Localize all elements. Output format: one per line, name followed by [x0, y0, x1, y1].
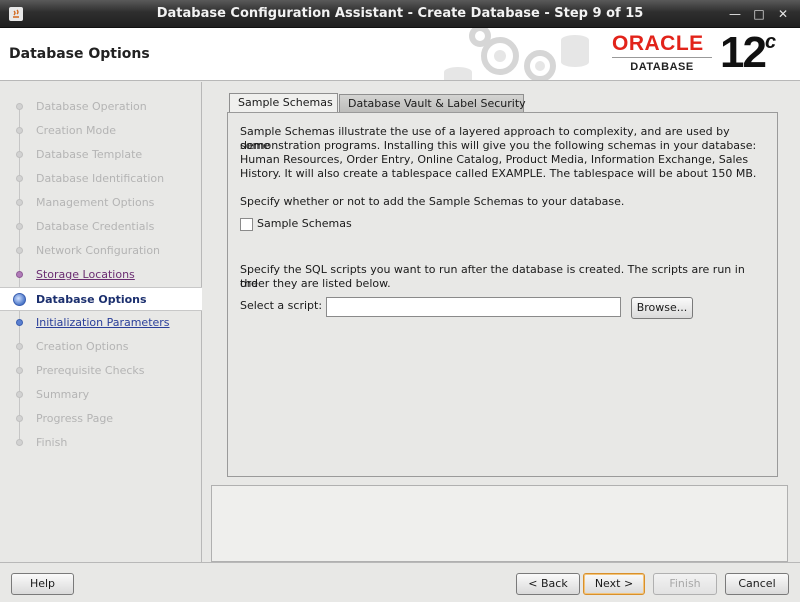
step-dot-icon — [16, 223, 23, 230]
step-dot-icon — [16, 271, 23, 278]
gears-decoration-icon — [444, 28, 589, 80]
step-current-dot-icon — [13, 293, 26, 306]
script-path-input[interactable] — [326, 297, 621, 317]
step-label: Progress Page — [36, 412, 114, 425]
step-finish: Finish — [0, 431, 202, 455]
description-line: History. It will also create a tablespac… — [240, 167, 757, 180]
steps-sidebar: Database Operation Creation Mode Databas… — [0, 82, 202, 562]
step-dot-icon — [16, 175, 23, 182]
description-line: Human Resources, Order Entry, Online Cat… — [240, 153, 749, 166]
step-dot-icon — [16, 439, 23, 446]
tab-sample-schemas[interactable]: Sample Schemas — [229, 93, 338, 113]
step-dot-icon — [16, 343, 23, 350]
cancel-button[interactable]: Cancel — [725, 573, 789, 595]
window-title: Database Configuration Assistant - Creat… — [156, 6, 644, 21]
step-progress-page: Progress Page — [0, 407, 202, 431]
wizard-footer: Help < Back Next > Finish Cancel — [0, 562, 800, 602]
step-label: Finish — [36, 436, 68, 449]
step-database-template: Database Template — [0, 143, 202, 167]
step-database-options: Database Options — [0, 287, 202, 311]
step-label: Prerequisite Checks — [36, 364, 145, 377]
logo-brand: ORACLE — [612, 32, 704, 55]
step-label: Database Identification — [36, 172, 165, 185]
step-creation-mode: Creation Mode — [0, 119, 202, 143]
step-dot-icon — [16, 127, 23, 134]
back-button[interactable]: < Back — [516, 573, 580, 595]
message-area — [211, 485, 788, 562]
step-database-operation: Database Operation — [0, 95, 202, 119]
step-label: Database Options — [36, 293, 147, 306]
step-label: Creation Mode — [36, 124, 117, 137]
select-script-label: Select a script: — [240, 299, 323, 312]
step-dot-icon — [16, 415, 23, 422]
step-network-configuration: Network Configuration — [0, 239, 202, 263]
step-storage-locations[interactable]: Storage Locations — [0, 263, 202, 287]
scripts-description-line: order they are listed below. — [240, 277, 391, 290]
step-dot-icon — [16, 103, 23, 110]
help-button[interactable]: Help — [11, 573, 74, 595]
step-summary: Summary — [0, 383, 202, 407]
step-initialization-parameters[interactable]: Initialization Parameters — [0, 311, 202, 335]
step-dot-icon — [16, 367, 23, 374]
step-management-options: Management Options — [0, 191, 202, 215]
oracle-logo: ORACLE DATABASE — [612, 32, 718, 76]
browse-button[interactable]: Browse... — [631, 297, 693, 319]
step-dot-icon — [16, 319, 23, 326]
page-header: Database Options ORACLE DATABASE 12c — [0, 28, 800, 81]
logo-version-number: 12 — [720, 28, 767, 77]
next-button[interactable]: Next > — [583, 573, 645, 595]
tab-database-vault-label-security[interactable]: Database Vault & Label Security — [339, 94, 526, 113]
step-label[interactable]: Storage Locations — [36, 268, 135, 281]
finish-button: Finish — [653, 573, 717, 595]
step-dot-icon — [16, 199, 23, 206]
sample-schemas-checkbox[interactable] — [240, 218, 253, 231]
step-dot-icon — [16, 391, 23, 398]
step-label: Network Configuration — [36, 244, 161, 257]
description-line: demonstration programs. Installing this … — [240, 139, 757, 152]
sample-schemas-checkbox-label[interactable]: Sample Schemas — [257, 217, 352, 230]
minimize-icon[interactable]: — — [726, 5, 744, 23]
step-label: Management Options — [36, 196, 155, 209]
logo-version-suffix: c — [764, 31, 776, 53]
step-database-identification: Database Identification — [0, 167, 202, 191]
logo-version: 12c — [720, 28, 776, 78]
step-dot-icon — [16, 151, 23, 158]
page-title: Database Options — [9, 46, 150, 62]
sample-schemas-prompt: Specify whether or not to add the Sample… — [240, 195, 625, 208]
window-titlebar[interactable]: Database Configuration Assistant - Creat… — [0, 0, 800, 28]
step-database-credentials: Database Credentials — [0, 215, 202, 239]
step-dot-icon — [16, 247, 23, 254]
step-label: Summary — [36, 388, 90, 401]
maximize-icon[interactable]: □ — [750, 5, 768, 23]
step-label[interactable]: Initialization Parameters — [36, 316, 170, 329]
step-label: Database Template — [36, 148, 143, 161]
step-label: Database Operation — [36, 100, 147, 113]
step-label: Database Credentials — [36, 220, 155, 233]
logo-product: DATABASE — [630, 61, 694, 73]
step-label: Creation Options — [36, 340, 129, 353]
sample-schemas-panel: Sample Schemas illustrate the use of a l… — [227, 112, 778, 477]
logo-divider — [612, 57, 712, 58]
step-creation-options: Creation Options — [0, 335, 202, 359]
step-prerequisite-checks: Prerequisite Checks — [0, 359, 202, 383]
close-icon[interactable]: ✕ — [774, 5, 792, 23]
